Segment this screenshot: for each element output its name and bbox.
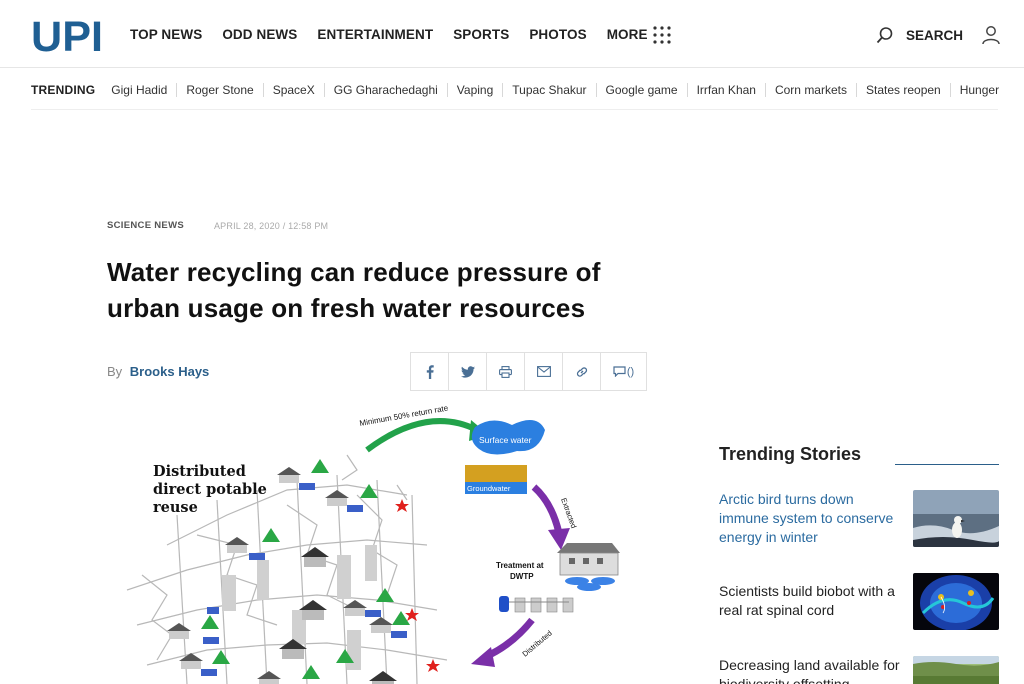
water-recycling-diagram: Minimum 50% return rate Surface water Gr… — [126, 403, 620, 684]
logo-text: UPI — [31, 16, 103, 54]
trending-link[interactable]: Gigi Hadid — [111, 83, 176, 97]
red-stars — [395, 499, 440, 672]
figure-title-line: Distributed — [153, 463, 246, 480]
article-meta: SCIENCE NEWS APRIL 28, 2020 / 12:58 PM — [107, 220, 328, 231]
title-rule — [895, 464, 999, 465]
figure-title: Distributed direct potable reuse — [153, 463, 267, 517]
story-title-link[interactable]: Decreasing land available for biodiversi… — [719, 656, 904, 684]
main-nav: TOP NEWS ODD NEWS ENTERTAINMENT SPORTS P… — [130, 0, 668, 68]
nav-odd-news[interactable]: ODD NEWS — [222, 27, 297, 42]
nav-sports[interactable]: SPORTS — [453, 27, 509, 42]
twitter-icon — [460, 365, 475, 378]
nav-more[interactable]: MORE — [607, 27, 648, 42]
story-thumbnail[interactable] — [913, 490, 999, 547]
apps-grid-icon[interactable] — [653, 26, 671, 44]
trending-stories-title: Trending Stories — [719, 444, 862, 464]
trending-label: TRENDING — [31, 82, 96, 97]
copy-link-button[interactable] — [563, 353, 601, 390]
return-rate-label: Minimum 50% return rate — [359, 403, 450, 428]
arctic-bird-image — [913, 490, 999, 547]
trending-link[interactable]: Roger Stone — [176, 82, 262, 97]
email-icon — [536, 366, 551, 377]
trending-link[interactable]: Irrfan Khan — [686, 82, 765, 97]
groundwater-label: Groundwater — [467, 484, 511, 493]
facebook-icon — [426, 364, 434, 379]
share-toolbar: () — [410, 352, 647, 391]
comment-icon — [613, 366, 626, 377]
byline-prefix: By — [107, 364, 123, 379]
extracted-arrow — [531, 484, 563, 534]
treatment-plant — [557, 543, 620, 591]
nav-entertainment[interactable]: ENTERTAINMENT — [317, 27, 433, 42]
distributed-label: Distributed — [521, 629, 554, 659]
article-headline: Water recycling can reduce pressure of u… — [107, 257, 601, 323]
comments-button[interactable]: () — [601, 353, 646, 390]
article-category-link[interactable]: SCIENCE NEWS — [107, 220, 184, 231]
treatment-label-1: Treatment at — [496, 561, 544, 570]
figure-title-line: direct potable — [153, 481, 267, 498]
comment-count: () — [626, 365, 635, 378]
soil-layer — [465, 465, 527, 482]
trending-link[interactable]: Corn markets — [764, 82, 856, 97]
print-icon — [499, 365, 512, 378]
story-thumbnail[interactable] — [913, 656, 999, 684]
article-figure[interactable]: Minimum 50% return rate Surface water Gr… — [107, 395, 642, 684]
user-account-icon[interactable] — [981, 25, 1001, 45]
trending-link[interactable]: GG Gharachedaghi — [323, 82, 447, 97]
surface-water-label: Surface water — [479, 435, 532, 445]
nav-photos[interactable]: PHOTOS — [529, 27, 586, 42]
trending-link[interactable]: Vaping — [446, 82, 502, 97]
share-facebook-button[interactable] — [411, 353, 449, 390]
trending-link[interactable]: Google game — [595, 82, 687, 97]
trending-link[interactable]: SpaceX — [262, 82, 324, 97]
share-twitter-button[interactable] — [449, 353, 487, 390]
site-header: UPI TOP NEWS ODD NEWS ENTERTAINMENT SPOR… — [0, 0, 1024, 68]
storage-tanks — [499, 596, 574, 613]
article-date: APRIL 28, 2020 / 12:58 PM — [213, 220, 329, 231]
byline: By Brooks Hays — [107, 364, 209, 379]
distributed-arrow-head — [471, 647, 495, 667]
link-icon — [576, 366, 587, 377]
story-thumbnail[interactable] — [913, 573, 999, 630]
treatment-label-2: DWTP — [510, 572, 534, 581]
return-arrow — [365, 418, 479, 453]
trending-link[interactable]: Tupac Shakur — [502, 82, 595, 97]
search-label: SEARCH — [906, 27, 964, 43]
author-link[interactable]: Brooks Hays — [130, 364, 209, 379]
nav-top-news[interactable]: TOP NEWS — [130, 27, 202, 42]
story-title-link[interactable]: Scientists build biobot with a real rat … — [719, 582, 904, 620]
trending-link[interactable]: Hunger — [949, 82, 1008, 97]
biobot-image — [913, 573, 999, 630]
land-biodiversity-image — [913, 656, 999, 684]
extracted-label: Extracted — [559, 497, 578, 530]
upi-logo[interactable]: UPI — [31, 16, 103, 54]
search-icon — [876, 27, 893, 44]
trending-link[interactable]: States reopen — [856, 82, 950, 97]
story-title-link[interactable]: Arctic bird turns down immune system to … — [719, 490, 904, 547]
trending-bar: TRENDING Gigi Hadid Roger Stone SpaceX G… — [31, 70, 999, 110]
figure-title-line: reuse — [153, 499, 198, 516]
trending-stories-header: Trending Stories — [719, 444, 999, 465]
email-share-button[interactable] — [525, 353, 563, 390]
print-button[interactable] — [487, 353, 525, 390]
search-button[interactable]: SEARCH — [876, 26, 963, 44]
